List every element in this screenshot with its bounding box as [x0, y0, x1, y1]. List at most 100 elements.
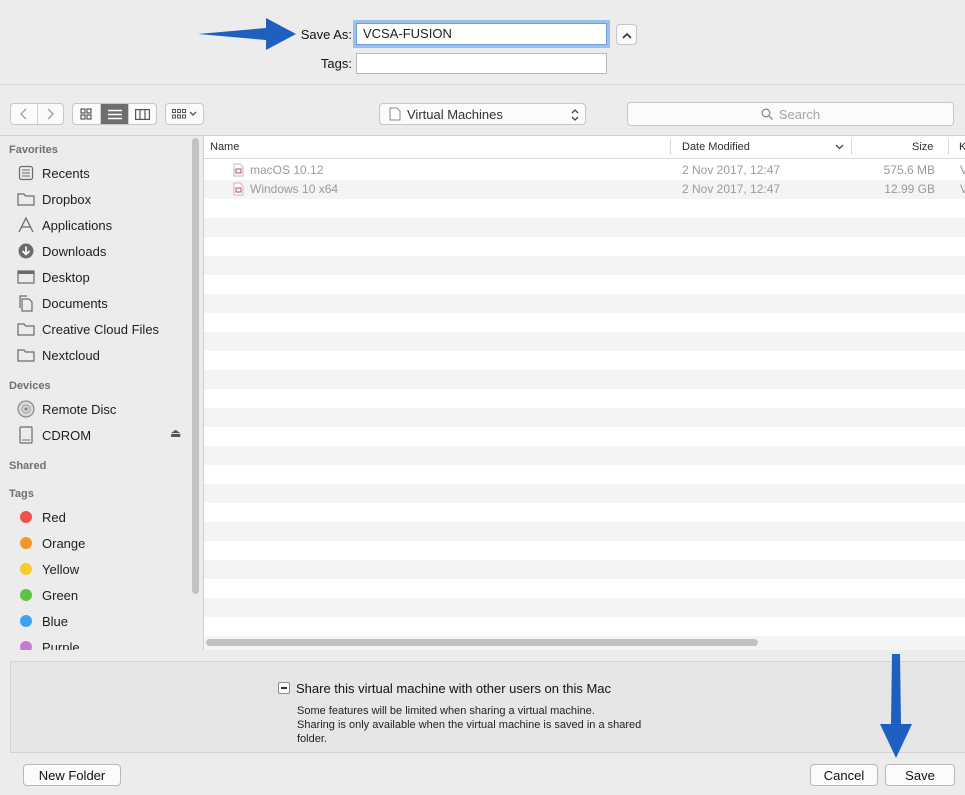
- sidebar-item-applications[interactable]: Applications: [16, 214, 196, 236]
- sidebar-item-label: Desktop: [42, 269, 90, 285]
- row-stripe: [204, 541, 965, 560]
- sidebar-item-label: Blue: [42, 613, 69, 629]
- annotation-arrow-icon: [198, 18, 296, 50]
- sidebar-tag-orange[interactable]: Orange: [16, 532, 196, 554]
- cancel-button[interactable]: Cancel: [810, 764, 878, 786]
- arrange-control[interactable]: [165, 103, 204, 125]
- column-view-button[interactable]: [129, 104, 156, 124]
- row-stripe: [204, 503, 965, 522]
- tag-dot-icon: [16, 560, 36, 578]
- table-row[interactable]: Windows 10 x64 2 Nov 2017, 12:47 12.99 G…: [204, 180, 965, 199]
- vm-file-icon: [233, 182, 244, 196]
- folder-icon: [16, 320, 36, 338]
- sidebar-item-label: Green: [42, 587, 79, 603]
- sidebar-tag-yellow[interactable]: Yellow: [16, 558, 196, 580]
- row-stripe: [204, 237, 965, 256]
- row-stripe: [204, 313, 965, 332]
- back-button[interactable]: [11, 104, 38, 124]
- eject-icon[interactable]: ⏏: [170, 426, 181, 440]
- column-divider: [670, 139, 671, 155]
- table-row[interactable]: macOS 10.12 2 Nov 2017, 12:47 575.6 MB V: [204, 161, 965, 180]
- sidebar-tag-green[interactable]: Green: [16, 584, 196, 606]
- list-icon: [107, 109, 122, 119]
- list-view-button[interactable]: [100, 104, 130, 124]
- save-header: Save As: VCSA-FUSION Tags:: [0, 0, 965, 85]
- sidebar-item-label: Documents: [42, 295, 108, 311]
- sidebar: Favorites Recents Dropbox Applications D…: [0, 136, 204, 650]
- red-dot-icon: [20, 511, 32, 523]
- tag-dot-icon: [16, 638, 36, 650]
- sidebar-tag-purple[interactable]: Purple: [16, 636, 196, 650]
- file-name: macOS 10.12: [250, 163, 324, 177]
- save-button[interactable]: Save: [885, 764, 955, 786]
- row-stripe: [204, 275, 965, 294]
- folder-icon: [16, 346, 36, 364]
- column-header-kind[interactable]: K: [959, 136, 965, 158]
- desktop-icon: [16, 268, 36, 286]
- updown-chevron-icon: [571, 109, 579, 121]
- file-name: Windows 10 x64: [250, 182, 339, 196]
- column-header-name[interactable]: Name: [210, 136, 239, 158]
- row-stripe: [204, 256, 965, 275]
- sidebar-scrollbar[interactable]: [192, 138, 199, 594]
- sidebar-item-dropbox[interactable]: Dropbox: [16, 188, 196, 210]
- row-stripe: [204, 218, 965, 237]
- tags-input[interactable]: [356, 53, 607, 74]
- column-header-date[interactable]: Date Modified: [682, 136, 750, 158]
- save-as-input[interactable]: VCSA-FUSION: [356, 23, 607, 45]
- row-stripe: [204, 408, 965, 427]
- column-header-size[interactable]: Size: [912, 136, 933, 158]
- tags-label: Tags:: [320, 56, 352, 71]
- chevron-up-icon: [621, 32, 632, 39]
- chevron-right-icon: [47, 108, 55, 120]
- share-note-line3: folder.: [297, 733, 327, 745]
- blue-dot-icon: [20, 615, 32, 627]
- shared-header: Shared: [9, 460, 47, 472]
- tag-dot-icon: [16, 586, 36, 604]
- forward-button[interactable]: [38, 104, 64, 124]
- share-checkbox[interactable]: [278, 682, 290, 694]
- purple-dot-icon: [20, 641, 32, 650]
- toolbar: Virtual Machines Search: [0, 85, 965, 136]
- file-date: 2 Nov 2017, 12:47: [682, 182, 781, 196]
- columns-icon: [135, 108, 151, 120]
- tags-header: Tags: [9, 488, 34, 500]
- options-panel: Share this virtual machine with other us…: [10, 661, 965, 753]
- share-label[interactable]: Share this virtual machine with other us…: [296, 681, 611, 696]
- sidebar-item-documents[interactable]: Documents: [16, 292, 196, 314]
- arrange-button[interactable]: [166, 104, 203, 124]
- file-list: Name Date Modified Size K macOS 10.12 2 …: [204, 136, 965, 650]
- horizontal-scrollbar[interactable]: [206, 639, 758, 646]
- location-popup[interactable]: Virtual Machines: [379, 103, 586, 125]
- new-folder-button[interactable]: New Folder: [23, 764, 121, 786]
- icon-view-button[interactable]: [73, 104, 101, 124]
- sidebar-item-label: CDROM: [42, 427, 92, 443]
- orange-dot-icon: [20, 537, 32, 549]
- expand-dialog-button[interactable]: [616, 24, 637, 45]
- search-field[interactable]: Search: [627, 102, 954, 126]
- row-stripe: [204, 389, 965, 408]
- sidebar-tag-red[interactable]: Red: [16, 506, 196, 528]
- sidebar-item-cdrom[interactable]: CDROM ⏏: [16, 424, 196, 446]
- sidebar-item-label: Dropbox: [42, 191, 92, 207]
- row-stripe: [204, 484, 965, 503]
- sidebar-item-label: Nextcloud: [42, 347, 100, 363]
- sidebar-item-remote-disc[interactable]: Remote Disc: [16, 398, 196, 420]
- grid-icon: [80, 108, 92, 120]
- row-stripe: [204, 465, 965, 484]
- sidebar-item-nextcloud[interactable]: Nextcloud: [16, 344, 196, 366]
- folder-document-icon: [389, 107, 401, 121]
- row-stripe: [204, 427, 965, 446]
- back-forward-control: [10, 103, 64, 125]
- row-stripe: [204, 598, 965, 617]
- sidebar-item-downloads[interactable]: Downloads: [16, 240, 196, 262]
- sidebar-item-creative-cloud-files[interactable]: Creative Cloud Files: [16, 318, 196, 340]
- sidebar-item-desktop[interactable]: Desktop: [16, 266, 196, 288]
- chevron-left-icon: [19, 108, 27, 120]
- sidebar-item-recents[interactable]: Recents: [16, 162, 196, 184]
- sidebar-tag-blue[interactable]: Blue: [16, 610, 196, 632]
- row-stripe: [204, 199, 965, 218]
- sidebar-item-label: Purple: [42, 639, 80, 651]
- sidebar-item-label: Applications: [42, 217, 113, 233]
- yellow-dot-icon: [20, 563, 32, 575]
